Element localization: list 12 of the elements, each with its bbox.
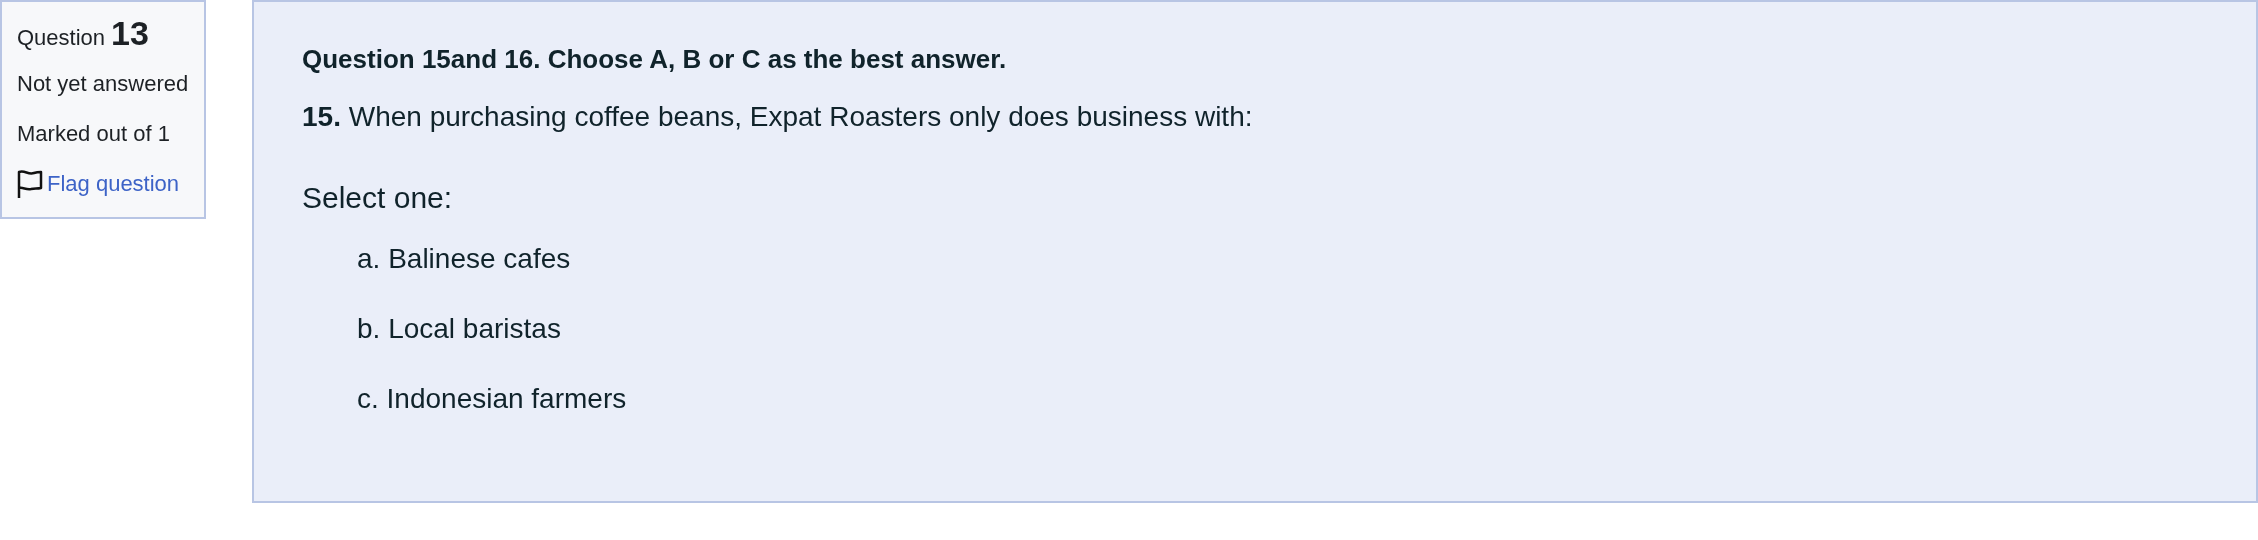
flag-icon[interactable] [17,169,43,199]
question-text: 15. When purchasing coffee beans, Expat Roasters only does business with: [302,101,1254,133]
answer-option[interactable]: b. Local baristas [357,313,561,345]
select-prompt: Select one: [302,181,454,215]
marks-text: Marked out of 1 [17,120,171,148]
answer-option[interactable]: a. Balinese cafes [357,243,571,275]
question-instruction: Question 15and 16. Choose A, B or C as the best answer. [302,44,1008,75]
flag-question-link[interactable]: Flag question [47,171,180,196]
answer-option[interactable]: c. Indonesian farmers [357,383,627,415]
question-number: 13 [111,14,149,53]
question-label: Question [17,25,106,51]
answer-status: Not yet answered [17,70,189,98]
